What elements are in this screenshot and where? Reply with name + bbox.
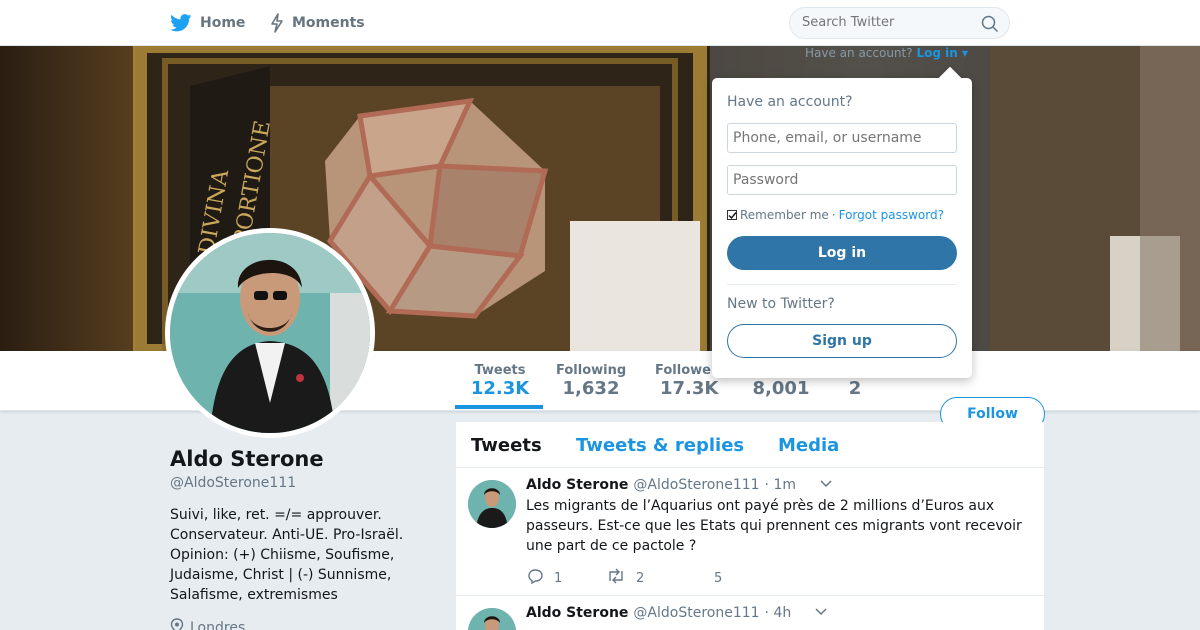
tweet-author-name[interactable]: Aldo Sterone xyxy=(526,605,628,621)
tab-tweets[interactable]: Tweets xyxy=(471,435,542,456)
location-text: Londres xyxy=(190,620,246,630)
stat-value: 2 xyxy=(848,378,862,399)
profile-handle: @AldoSterone111 xyxy=(170,475,297,491)
search-icon[interactable] xyxy=(981,15,999,37)
nav-moments[interactable]: Moments xyxy=(270,12,365,34)
timeline-tabs: Tweets Tweets & replies Media xyxy=(456,422,1044,468)
stat-tweets[interactable]: Tweets 12.3K xyxy=(470,363,530,399)
stat-label: Tweets xyxy=(474,363,526,378)
tweet-avatar[interactable] xyxy=(468,480,516,528)
new-to-twitter-text: New to Twitter? xyxy=(727,296,835,312)
tweet-author-handle[interactable]: @AldoSterone111 xyxy=(633,605,759,621)
tweet[interactable]: Aldo Sterone @AldoSterone111 · 1m Les mi… xyxy=(456,468,1044,596)
location-pin-icon xyxy=(170,618,184,630)
tweet-author-handle[interactable]: @AldoSterone111 xyxy=(633,477,759,493)
tweet[interactable]: Aldo Sterone @AldoSterone111 · 4h xyxy=(456,596,1044,630)
stat-following[interactable]: Following 1,632 xyxy=(556,363,626,399)
remember-row: Remember me · Forgot password? xyxy=(727,208,944,222)
forgot-password-link[interactable]: Forgot password? xyxy=(839,208,944,222)
login-button[interactable]: Log in xyxy=(727,236,957,270)
password-field[interactable] xyxy=(727,165,957,195)
username-field[interactable] xyxy=(727,123,957,153)
login-dropdown-toggle[interactable]: Log in ▾ xyxy=(916,46,968,60)
tweet-text: Les migrants de l’Aquarius ont payé près… xyxy=(526,498,1022,554)
stat-value: 1,632 xyxy=(562,378,620,399)
retweet-count: 2 xyxy=(636,570,645,586)
chevron-down-icon[interactable] xyxy=(819,477,833,493)
profile-avatar[interactable] xyxy=(165,228,375,438)
tweet-header: Aldo Sterone @AldoSterone111 · 4h xyxy=(526,605,828,621)
active-stat-underline xyxy=(455,405,543,409)
dropdown-divider xyxy=(727,284,957,285)
nav-home-label: Home xyxy=(200,15,246,31)
remember-me-label[interactable]: Remember me xyxy=(740,208,829,222)
signup-button[interactable]: Sign up xyxy=(727,324,957,358)
like-count: 5 xyxy=(714,570,723,586)
reply-count: 1 xyxy=(554,570,563,586)
stat-label: Following xyxy=(556,363,627,378)
stat-value: 8,001 xyxy=(752,378,810,399)
login-hint: Have an account? Log in ▾ xyxy=(805,46,968,60)
stat-value: 17.3K xyxy=(660,378,719,399)
twitter-bird-icon xyxy=(170,14,192,32)
remember-separator: · xyxy=(831,208,836,222)
top-navigation: Home Moments xyxy=(0,0,1200,46)
lightning-icon xyxy=(270,13,284,33)
chevron-down-icon[interactable] xyxy=(814,605,828,621)
tab-tweets-replies[interactable]: Tweets & replies xyxy=(576,435,744,456)
profile-location: Londres xyxy=(170,618,245,630)
profile-name: Aldo Sterone xyxy=(170,447,324,471)
search-box[interactable] xyxy=(789,7,1010,39)
tweet-avatar[interactable] xyxy=(468,608,516,630)
reply-action[interactable]: 1 xyxy=(526,568,606,588)
tweet-timestamp[interactable]: · 1m xyxy=(765,477,796,493)
login-dropdown: Have an account? Remember me · Forgot pa… xyxy=(712,66,972,378)
nav-moments-label: Moments xyxy=(292,15,365,31)
retweet-action[interactable]: 2 xyxy=(606,568,714,588)
tab-media[interactable]: Media xyxy=(778,435,839,456)
stat-value: 12.3K xyxy=(470,378,530,399)
tweet-actions: 1 2 5 xyxy=(526,568,722,588)
nav-home[interactable]: Home xyxy=(170,12,245,34)
tweet-header: Aldo Sterone @AldoSterone111 · 1m xyxy=(526,477,833,493)
login-title: Have an account? xyxy=(727,94,853,110)
search-input[interactable] xyxy=(802,15,972,30)
login-hint-text: Have an account? xyxy=(805,46,913,60)
profile-bio: Suivi, like, ret. =/= approuver. Conserv… xyxy=(170,507,404,603)
tweet-author-name[interactable]: Aldo Sterone xyxy=(526,477,628,493)
retweet-icon xyxy=(606,568,626,588)
like-action[interactable]: 5 xyxy=(714,571,722,586)
tweet-timestamp[interactable]: · 4h xyxy=(765,605,792,621)
remember-me-checkbox[interactable] xyxy=(727,210,737,220)
reply-icon xyxy=(526,568,544,588)
timeline: Tweets Tweets & replies Media Aldo Stero… xyxy=(456,422,1044,630)
